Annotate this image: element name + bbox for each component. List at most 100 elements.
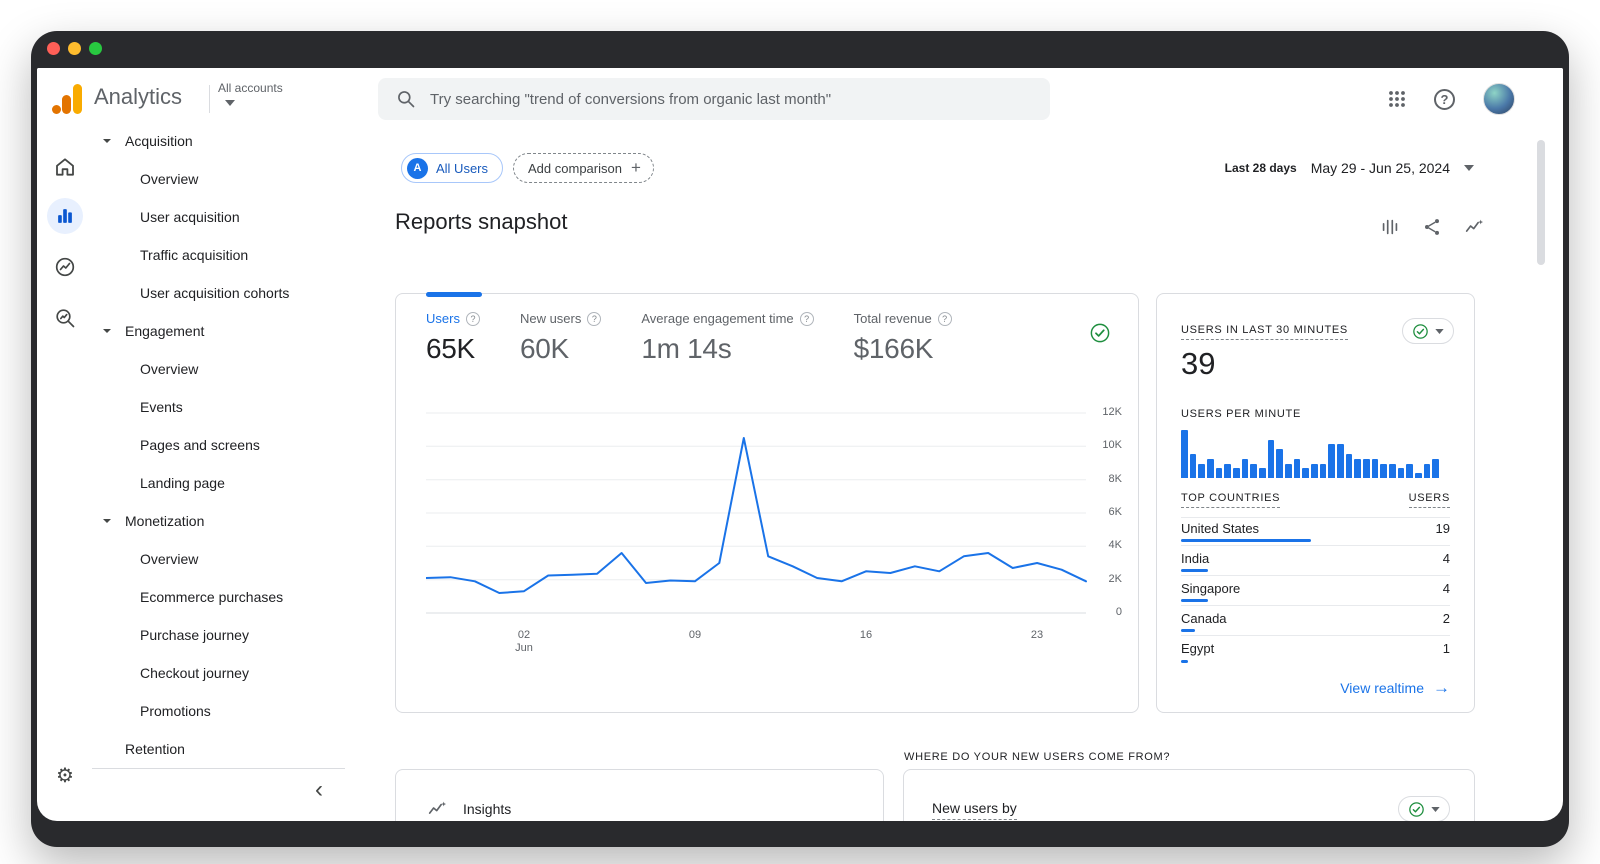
sidebar-item-user-acquisition-cohorts[interactable]: User acquisition cohorts bbox=[92, 274, 345, 312]
sidebar-item-traffic-acquisition[interactable]: Traffic acquisition bbox=[92, 236, 345, 274]
add-comparison-button[interactable]: Add comparison + bbox=[513, 153, 654, 183]
help-tooltip-icon[interactable]: ? bbox=[465, 311, 480, 326]
app-title: Analytics bbox=[94, 84, 183, 109]
metric-label: Average engagement time bbox=[641, 311, 794, 326]
insights-card: Insights bbox=[395, 769, 884, 821]
country-users: 4 bbox=[1442, 581, 1450, 596]
country-name: Egypt bbox=[1181, 641, 1215, 656]
help-tooltip-icon[interactable]: ? bbox=[937, 311, 952, 326]
metric-tab-average-engagement-time[interactable]: Average engagement time? 1m 14s bbox=[641, 311, 814, 365]
per-minute-bar bbox=[1415, 473, 1422, 478]
new-users-card-title[interactable]: New users by bbox=[932, 800, 1017, 820]
sidebar-item-promotions[interactable]: Promotions bbox=[92, 692, 345, 730]
nav-home-icon[interactable] bbox=[47, 149, 83, 185]
view-realtime-link[interactable]: View realtime → bbox=[1340, 678, 1450, 698]
metric-value: 1m 14s bbox=[641, 333, 732, 364]
window-controls bbox=[47, 42, 102, 55]
insights-icon[interactable] bbox=[1461, 214, 1487, 240]
sidebar-section-acquisition[interactable]: Acquisition bbox=[92, 122, 345, 160]
customize-report-icon[interactable] bbox=[1377, 214, 1403, 240]
nav-reports-icon[interactable] bbox=[47, 198, 83, 234]
metric-tab-total-revenue[interactable]: Total revenue? $166K bbox=[854, 311, 952, 365]
sidebar-section-monetization[interactable]: Monetization bbox=[92, 502, 345, 540]
app-header: Analytics All accounts ? bbox=[37, 68, 1563, 130]
metric-tab-users[interactable]: Users? 65K bbox=[426, 311, 480, 365]
country-row: Egypt 1 bbox=[1181, 636, 1450, 666]
macos-window-frame: Analytics All accounts ? bbox=[31, 31, 1569, 847]
segment-avatar: A bbox=[407, 157, 428, 179]
realtime-status-chip[interactable] bbox=[1402, 318, 1454, 344]
sidebar-section-retention[interactable]: Retention bbox=[92, 730, 345, 768]
sidebar-item-ecommerce-purchases[interactable]: Ecommerce purchases bbox=[92, 578, 345, 616]
sidebar-item-purchase-journey[interactable]: Purchase journey bbox=[92, 616, 345, 654]
per-minute-bar bbox=[1389, 464, 1396, 478]
countries-table-body: United States 19 India 4 Singapore 4 Canada 2 Eg… bbox=[1181, 516, 1450, 666]
header-divider bbox=[209, 85, 210, 113]
apps-grid-icon[interactable] bbox=[1388, 90, 1406, 108]
metric-label: Total revenue bbox=[853, 311, 932, 326]
country-bar bbox=[1181, 660, 1188, 663]
per-minute-bar bbox=[1328, 444, 1336, 478]
browser-window: Analytics All accounts ? bbox=[37, 68, 1563, 821]
per-minute-bar bbox=[1181, 430, 1188, 478]
plus-icon: + bbox=[630, 158, 641, 177]
per-minute-bar bbox=[1198, 464, 1206, 478]
country-bar bbox=[1181, 629, 1195, 632]
sidebar-section-engagement[interactable]: Engagement bbox=[92, 312, 345, 350]
account-switcher[interactable]: All accounts bbox=[218, 81, 283, 106]
date-range-picker[interactable]: Last 28 days May 29 - Jun 25, 2024 bbox=[1225, 160, 1474, 176]
sidebar-section-label: Engagement bbox=[125, 323, 205, 339]
search-bar[interactable] bbox=[378, 78, 1050, 120]
sidebar-section-label: Acquisition bbox=[125, 133, 193, 149]
sidebar-section-label: Monetization bbox=[125, 513, 205, 529]
metric-tab-new-users[interactable]: New users? 60K bbox=[519, 311, 602, 365]
sidebar-item-events[interactable]: Events bbox=[92, 388, 345, 426]
sidebar-item-overview[interactable]: Overview bbox=[92, 540, 345, 578]
account-switcher-label: All accounts bbox=[218, 81, 283, 95]
all-users-segment-chip[interactable]: A All Users bbox=[401, 153, 504, 183]
nav-explore-icon[interactable] bbox=[47, 249, 83, 285]
zoom-button[interactable] bbox=[89, 42, 102, 55]
per-minute-bar bbox=[1319, 464, 1327, 478]
metric-value: 60K bbox=[519, 333, 569, 364]
search-input[interactable] bbox=[430, 90, 1032, 108]
close-button[interactable] bbox=[47, 42, 60, 55]
date-preset-label: Last 28 days bbox=[1224, 161, 1297, 175]
country-bar bbox=[1181, 599, 1208, 602]
country-users: 2 bbox=[1442, 611, 1450, 626]
data-quality-check-icon[interactable] bbox=[1089, 322, 1111, 344]
share-icon[interactable] bbox=[1419, 214, 1445, 240]
realtime-users-count: 39 bbox=[1181, 346, 1216, 381]
sidebar-item-landing-page[interactable]: Landing page bbox=[92, 464, 345, 502]
y-axis-label: 8K bbox=[1108, 472, 1122, 485]
sidebar-item-checkout-journey[interactable]: Checkout journey bbox=[92, 654, 345, 692]
per-minute-bar bbox=[1423, 464, 1431, 478]
minimize-button[interactable] bbox=[68, 42, 81, 55]
nav-advertising-icon[interactable] bbox=[47, 300, 83, 336]
analytics-logo-icon bbox=[52, 84, 82, 114]
active-metric-tab-indicator bbox=[426, 292, 482, 297]
users-trend-chart: 12K 10K 8K 6K 4K 2K 0 02 Jun 09 16 23 bbox=[426, 406, 1132, 671]
y-axis-label: 0 bbox=[1115, 606, 1122, 618]
vertical-scrollbar[interactable] bbox=[1537, 140, 1545, 265]
sidebar-section-label: Retention bbox=[125, 741, 185, 757]
search-icon bbox=[398, 91, 415, 108]
help-icon[interactable]: ? bbox=[1434, 88, 1455, 110]
sidebar-item-overview[interactable]: Overview bbox=[92, 160, 345, 198]
settings-gear-icon[interactable]: ⚙ bbox=[47, 757, 83, 793]
per-minute-bar bbox=[1432, 459, 1440, 478]
help-tooltip-icon[interactable]: ? bbox=[799, 311, 814, 326]
help-tooltip-icon[interactable]: ? bbox=[587, 311, 602, 326]
metric-value: 65K bbox=[426, 333, 475, 364]
sidebar-item-pages-and-screens[interactable]: Pages and screens bbox=[92, 426, 345, 464]
caret-down-icon bbox=[1431, 806, 1440, 812]
caret-down-icon bbox=[1435, 328, 1444, 334]
per-minute-bar bbox=[1293, 459, 1301, 478]
sidebar-item-overview[interactable]: Overview bbox=[92, 350, 345, 388]
sidebar-item-user-acquisition[interactable]: User acquisition bbox=[92, 198, 345, 236]
user-avatar[interactable] bbox=[1483, 83, 1515, 115]
new-users-status-chip[interactable] bbox=[1398, 796, 1450, 821]
per-minute-bar bbox=[1363, 459, 1370, 478]
country-users: 1 bbox=[1442, 641, 1450, 656]
sidebar-collapse-button[interactable]: ‹ bbox=[305, 776, 333, 804]
